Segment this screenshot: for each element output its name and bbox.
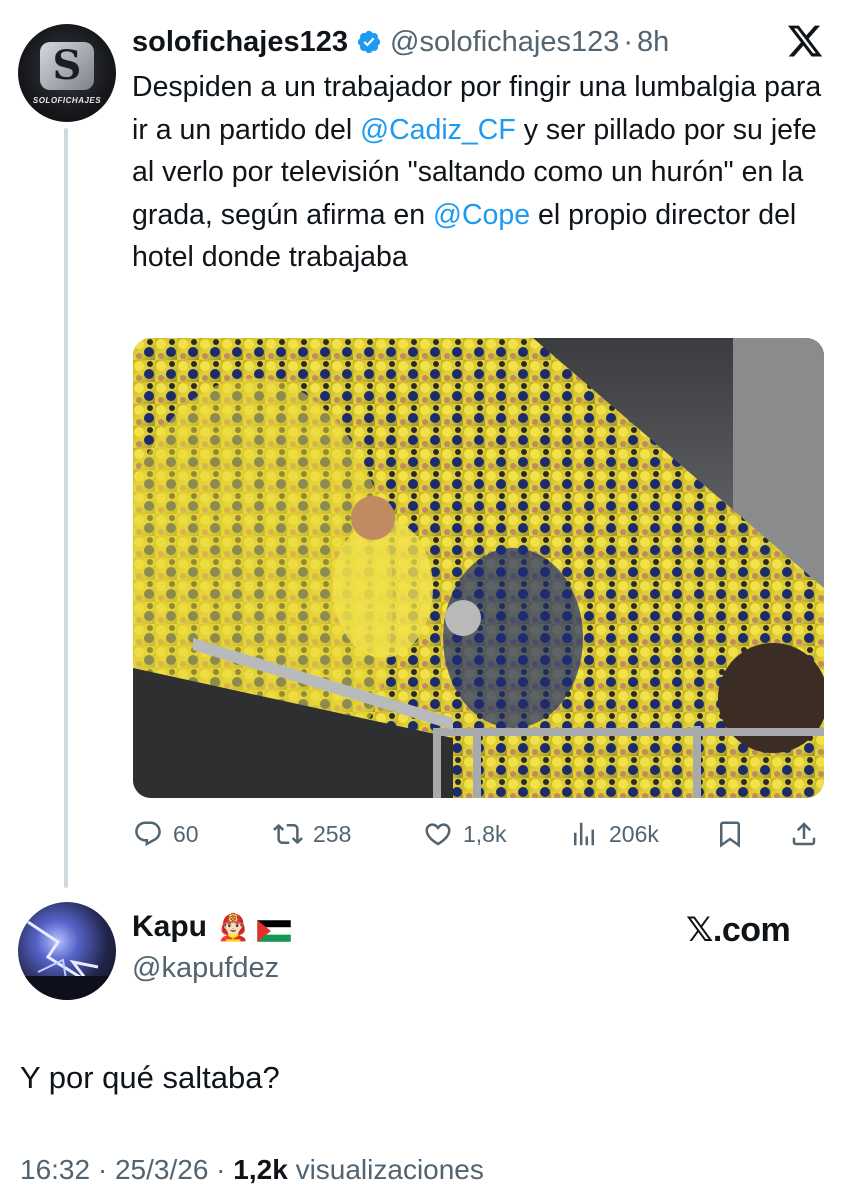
- repost-icon: [273, 823, 303, 845]
- display-name[interactable]: solofichajes123: [132, 26, 348, 59]
- views-label: visualizaciones: [295, 1154, 484, 1185]
- handle[interactable]: @kapufdez: [132, 952, 279, 985]
- tweet-photo[interactable]: [133, 338, 824, 798]
- handle[interactable]: @solofichajes123: [390, 26, 619, 59]
- dot-separator: ·: [216, 1154, 226, 1185]
- views-button[interactable]: 206k: [569, 812, 659, 856]
- dot-separator: ·: [623, 25, 634, 58]
- heart-icon: [425, 823, 451, 846]
- like-count: 1,8k: [463, 820, 507, 847]
- avatar[interactable]: [18, 902, 116, 1000]
- share-button[interactable]: [789, 812, 829, 856]
- x-logo-icon[interactable]: [786, 22, 824, 60]
- mention-link[interactable]: @Cadiz_CF: [360, 114, 516, 146]
- bookmark-icon: [720, 821, 740, 848]
- palestine-flag-icon: [257, 916, 292, 943]
- tweet-header: solofichajes123 @solofichajes123 · 8h: [132, 20, 669, 64]
- firefighter-emoji: 👨🏻‍🚒: [217, 911, 250, 942]
- reply-count: 60: [173, 820, 199, 847]
- mention-link[interactable]: @Cope: [433, 199, 530, 231]
- repost-count: 258: [313, 820, 352, 847]
- display-name[interactable]: Kapu: [132, 910, 207, 944]
- repost-button[interactable]: 258: [273, 812, 351, 856]
- reply-text: Y por qué saltaba?: [20, 1060, 280, 1095]
- bookmark-button[interactable]: [715, 812, 755, 856]
- views-chart-icon: [574, 822, 594, 846]
- action-bar: 60 258 1,8k 206k: [133, 812, 824, 856]
- stadium-crowd-image: [133, 338, 824, 798]
- views-count: 206k: [609, 820, 659, 847]
- post-date[interactable]: 25/3/26: [115, 1154, 208, 1185]
- lightning-photo: [18, 920, 116, 1000]
- reply-icon: [135, 821, 161, 847]
- avatar[interactable]: S SOLOFICHAJES: [18, 24, 116, 122]
- solofichajes-logo-icon: S: [40, 42, 94, 90]
- share-icon: [792, 822, 816, 846]
- post-time[interactable]: 16:32: [20, 1154, 90, 1185]
- post-meta: 16:32 · 25/3/26 · 1,2k visualizaciones: [20, 1154, 484, 1186]
- avatar-logo-text: SOLOFICHAJES: [32, 96, 102, 105]
- x-com-watermark: 𝕏.com: [686, 911, 791, 949]
- verified-badge-icon: [357, 30, 381, 54]
- post-time[interactable]: 8h: [637, 26, 669, 59]
- reply-button[interactable]: 60: [133, 812, 199, 856]
- like-button[interactable]: 1,8k: [423, 812, 506, 856]
- thread-line: [64, 128, 68, 888]
- dot-separator: ·: [97, 1154, 108, 1185]
- views-count: 1,2k: [233, 1154, 288, 1185]
- tweet-text: Despiden a un trabajador por fingir una …: [132, 66, 832, 279]
- reply-author: Kapu 👨🏻‍🚒: [132, 910, 292, 944]
